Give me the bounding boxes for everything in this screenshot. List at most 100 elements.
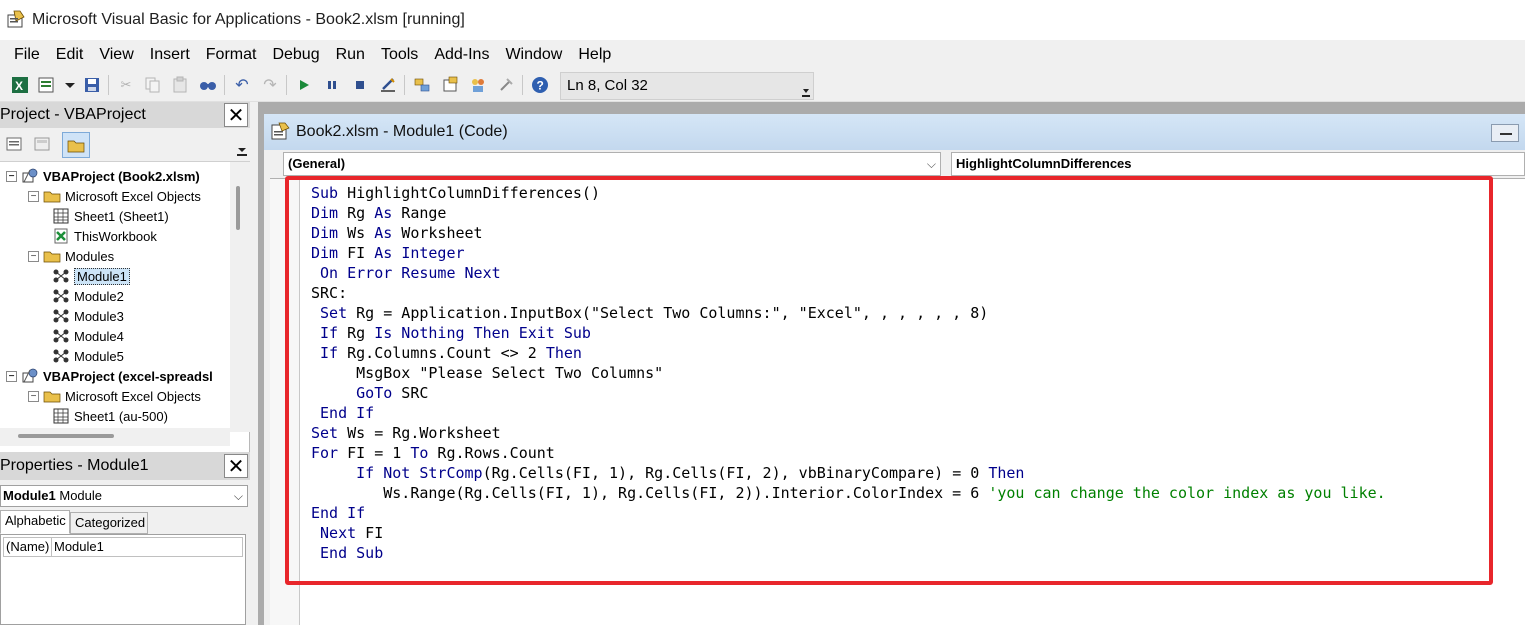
code-line[interactable]: GoTo SRC	[311, 383, 1386, 403]
menu-help[interactable]: Help	[570, 40, 619, 70]
code-line[interactable]: End If	[311, 503, 1386, 523]
tree-item[interactable]: − VBAProject (Book2.xlsm)	[6, 166, 200, 186]
vbaproject-icon	[21, 368, 39, 384]
tree-item-label: Module4	[74, 328, 124, 344]
procedure-dropdown[interactable]: HighlightColumnDifferences	[951, 152, 1525, 176]
code-line[interactable]: If Rg Is Nothing Then Exit Sub	[311, 323, 1386, 343]
toolbar-grip-icon[interactable]	[801, 75, 811, 99]
pane-scroll-grip-icon[interactable]	[236, 136, 248, 160]
project-explorer-icon[interactable]	[412, 75, 432, 95]
run-icon[interactable]	[294, 75, 314, 95]
code-line[interactable]: Dim Ws As Worksheet	[311, 223, 1386, 243]
sheet-icon	[52, 408, 70, 424]
tree-vertical-scrollbar[interactable]	[230, 162, 250, 432]
find-icon[interactable]	[198, 75, 218, 95]
tree-collapse-icon[interactable]: −	[28, 250, 39, 262]
tree-collapse-icon[interactable]: −	[6, 170, 17, 182]
menu-file[interactable]: File	[6, 40, 48, 70]
excel-icon[interactable]: X	[10, 75, 30, 95]
code-line[interactable]: End If	[311, 403, 1386, 423]
tree-item[interactable]: Module5	[52, 346, 124, 366]
code-line[interactable]: Ws.Range(Rg.Cells(FI, 1), Rg.Cells(FI, 2…	[311, 483, 1385, 503]
view-code-icon[interactable]	[6, 136, 24, 152]
code-line[interactable]: Dim Rg As Range	[311, 203, 1386, 223]
code-line[interactable]: SRC:	[311, 283, 1386, 303]
reset-icon[interactable]	[350, 75, 370, 95]
tree-item[interactable]: Sheet1 (Sheet1)	[52, 206, 169, 226]
code-line[interactable]: End Sub	[311, 543, 1386, 563]
menu-addins[interactable]: Add-Ins	[426, 40, 497, 70]
code-text[interactable]: Sub HighlightColumnDifferences() Dim Rg A…	[311, 183, 1386, 563]
menu-window[interactable]: Window	[497, 40, 570, 70]
code-line[interactable]: Set Ws = Rg.Worksheet	[311, 423, 1386, 443]
tree-item[interactable]: − Modules	[28, 246, 114, 266]
module-icon	[52, 348, 70, 364]
tree-collapse-icon[interactable]: −	[28, 190, 39, 202]
code-line[interactable]: On Error Resume Next	[311, 263, 1386, 283]
code-line[interactable]: Set Rg = Application.InputBox("Select Tw…	[311, 303, 1386, 323]
tree-collapse-icon[interactable]: −	[28, 390, 39, 402]
design-mode-icon[interactable]	[378, 75, 398, 95]
save-icon[interactable]	[82, 75, 102, 95]
code-line[interactable]: If Not StrComp(Rg.Cells(FI, 1), Rg.Cells…	[311, 463, 1386, 483]
tree-item[interactable]: Module1	[52, 266, 130, 286]
code-line[interactable]: For FI = 1 To Rg.Rows.Count	[311, 443, 1386, 463]
code-line[interactable]: MsgBox "Please Select Two Columns"	[311, 363, 1386, 383]
menu-view[interactable]: View	[91, 40, 141, 70]
property-value[interactable]: Module1	[52, 538, 104, 556]
tree-item[interactable]: Module2	[52, 286, 124, 306]
toolbox-icon[interactable]	[496, 75, 516, 95]
code-keyword: Set	[320, 304, 348, 322]
insert-module-icon[interactable]	[36, 75, 56, 95]
minimize-code-window-button[interactable]	[1491, 124, 1519, 142]
menu-format[interactable]: Format	[198, 40, 265, 70]
tree-collapse-icon[interactable]: −	[6, 370, 17, 382]
tree-item[interactable]: − VBAProject (excel-spreadsl	[6, 366, 213, 386]
break-icon[interactable]	[322, 75, 342, 95]
dropdown-arrow-icon[interactable]	[60, 75, 80, 95]
tab-categorized[interactable]: Categorized	[70, 512, 148, 534]
tree-item[interactable]: Module3	[52, 306, 124, 326]
view-object-icon[interactable]	[34, 136, 52, 152]
scrollbar-thumb[interactable]	[236, 186, 240, 230]
code-line[interactable]: Dim FI As Integer	[311, 243, 1386, 263]
undo-icon[interactable]: ↶	[232, 75, 252, 95]
code-module-icon	[270, 122, 292, 142]
close-project-pane-icon[interactable]: ✕	[224, 103, 248, 127]
help-icon[interactable]: ?	[530, 75, 550, 95]
toggle-folders-button[interactable]	[62, 132, 90, 158]
code-margin-indicator-bar[interactable]	[270, 179, 300, 625]
close-properties-pane-icon[interactable]: ✕	[224, 454, 248, 478]
code-line[interactable]: Sub HighlightColumnDifferences()	[311, 183, 1386, 203]
code-line[interactable]: Next FI	[311, 523, 1386, 543]
menu-debug[interactable]: Debug	[264, 40, 327, 70]
code-keyword: Then	[988, 464, 1025, 482]
object-browser-icon[interactable]	[468, 75, 488, 95]
svg-text:?: ?	[537, 79, 544, 93]
cut-icon[interactable]: ✂	[116, 75, 136, 95]
menu-tools[interactable]: Tools	[373, 40, 426, 70]
copy-icon[interactable]	[142, 75, 162, 95]
tree-item[interactable]: Module4	[52, 326, 124, 346]
code-editor[interactable]: Sub HighlightColumnDifferences() Dim Rg A…	[270, 178, 1525, 625]
tree-item[interactable]: Sheet1 (au-500)	[52, 406, 168, 426]
redo-icon[interactable]: ↷	[260, 75, 280, 95]
properties-object-select[interactable]: Module1 Module ⌵	[0, 485, 248, 507]
toolbar-separator	[404, 75, 405, 95]
tree-horizontal-scrollbar[interactable]	[0, 428, 230, 446]
tree-item[interactable]: − Microsoft Excel Objects	[28, 186, 201, 206]
property-row[interactable]: (Name) Module1	[3, 537, 243, 557]
tree-item[interactable]: ThisWorkbook	[52, 226, 157, 246]
code-line[interactable]: If Rg.Columns.Count <> 2 Then	[311, 343, 1386, 363]
paste-icon[interactable]	[170, 75, 190, 95]
scrollbar-thumb[interactable]	[18, 434, 114, 438]
pane-splitter[interactable]	[250, 102, 258, 625]
menu-run[interactable]: Run	[328, 40, 373, 70]
object-dropdown[interactable]: (General) ⌵	[283, 152, 941, 176]
menu-insert[interactable]: Insert	[142, 40, 198, 70]
tab-alphabetic[interactable]: Alphabetic	[0, 510, 70, 534]
properties-icon[interactable]	[440, 75, 460, 95]
tree-item[interactable]: − Microsoft Excel Objects	[28, 386, 201, 406]
menu-edit[interactable]: Edit	[48, 40, 92, 70]
